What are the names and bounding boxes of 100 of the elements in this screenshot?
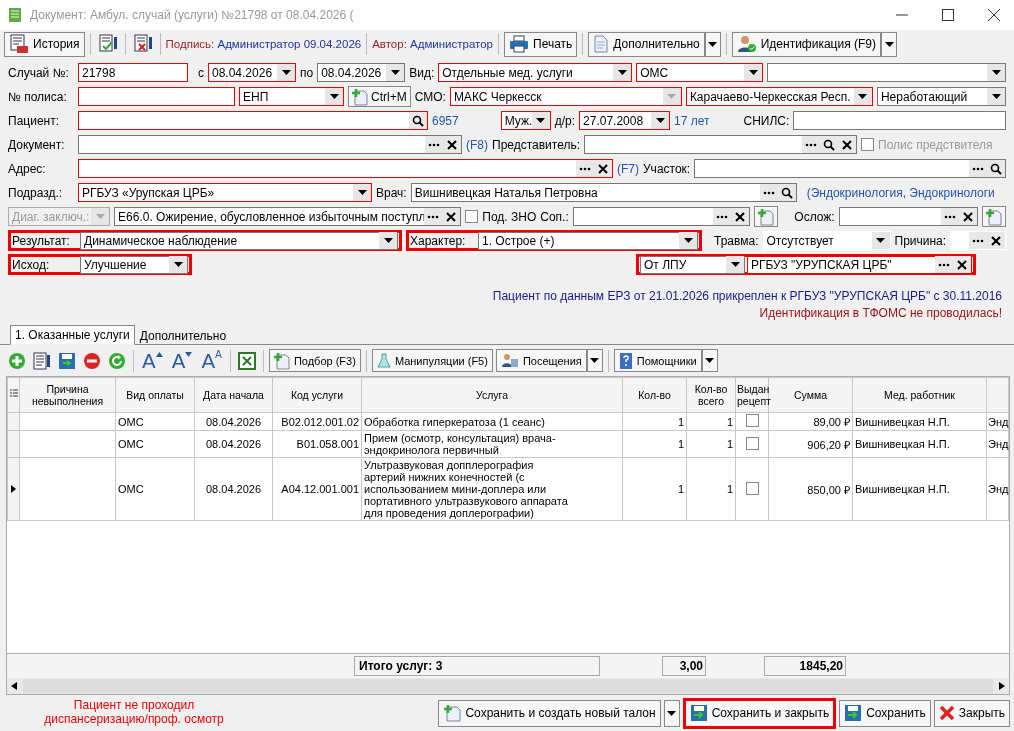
input-field[interactable] <box>572 207 751 226</box>
ellipsis-button[interactable] <box>935 256 953 273</box>
toolbar-button[interactable]: Посещения <box>495 349 587 372</box>
clear-button[interactable] <box>594 160 612 177</box>
search-button[interactable] <box>987 160 1005 177</box>
dropdown[interactable]: Отсутствует <box>762 231 891 250</box>
dropdown[interactable]: ОМС <box>636 63 764 82</box>
dropdown[interactable]: МАКС Черкесск <box>449 87 682 106</box>
input-field[interactable]: РГБУЗ "УРУПСКАЯ ЦРБ" <box>747 255 972 274</box>
ellipsis-button[interactable] <box>802 136 821 153</box>
clear-button[interactable] <box>442 208 461 225</box>
tab[interactable]: Дополнительно <box>134 326 232 344</box>
dropdown-button[interactable] <box>881 31 897 57</box>
clear-button[interactable] <box>731 208 750 225</box>
column-header[interactable]: Дата начала <box>194 377 273 413</box>
scroll-left-icon[interactable] <box>11 682 17 690</box>
table-cell: 08.04.2026 <box>205 438 262 450</box>
input-field[interactable] <box>584 135 858 154</box>
dropdown[interactable]: Муж. <box>500 111 551 130</box>
dropdown[interactable]: ЕНП <box>239 87 344 106</box>
toolbar-button[interactable]: Манипуляции (F5) <box>371 349 493 372</box>
toolbar-button[interactable]: Подбор (F3) <box>268 349 361 372</box>
ellipsis-button[interactable] <box>941 208 959 225</box>
checkbox[interactable] <box>745 414 759 427</box>
ellipsis-icon <box>579 166 591 171</box>
font-size-button[interactable]: A <box>139 348 166 373</box>
toolbar-button[interactable]: История <box>4 31 85 57</box>
close-button[interactable] <box>988 9 1000 21</box>
ellipsis-icon <box>805 142 818 147</box>
dropdown[interactable]: 1. Острое (+) <box>478 231 698 250</box>
dropdown[interactable]: Неработающий <box>876 87 1006 106</box>
ellipsis-button[interactable] <box>425 136 443 153</box>
input-field[interactable]: Вишнивецкая Наталья Петровна <box>410 183 797 202</box>
ellipsis-button[interactable] <box>424 208 443 225</box>
action-button[interactable]: Сохранить <box>839 699 931 727</box>
input-field[interactable] <box>838 207 978 226</box>
action-button[interactable]: Сохранить и закрыть <box>682 697 837 729</box>
clear-button[interactable] <box>987 232 1005 249</box>
total-quantity: 3,00 <box>662 656 706 676</box>
input-field[interactable] <box>793 111 1006 130</box>
input-field[interactable] <box>694 159 1006 178</box>
toolbar-button[interactable]: Помощники <box>613 349 702 372</box>
action-button[interactable]: Сохранить и создать новый талон <box>438 699 661 727</box>
dropdown-button[interactable] <box>663 699 680 727</box>
input-field[interactable]: 21798 <box>78 63 188 82</box>
column-header[interactable]: Мед. работник <box>852 377 987 413</box>
toolbar-button[interactable]: Идентификация (F9) <box>731 31 881 57</box>
input-field[interactable] <box>78 87 235 106</box>
column-header[interactable]: Причина невыполнения <box>19 377 116 413</box>
search-button[interactable] <box>409 112 427 129</box>
column-header[interactable]: Вид оплаты <box>115 377 195 413</box>
dropdown[interactable]: 27.07.2008 <box>579 111 671 130</box>
caret-icon <box>683 238 693 243</box>
input-field[interactable] <box>78 111 428 130</box>
toolbar-button[interactable]: Дополнительно <box>588 31 705 57</box>
column-header[interactable]: Выдан рецепт <box>735 377 769 413</box>
add-button[interactable]: Ctrl+M <box>348 86 411 107</box>
checkbox[interactable] <box>745 436 759 450</box>
dropdown[interactable]: Отдельные мед. услуги <box>438 63 633 82</box>
dropdown[interactable]: Динамическое наблюдение <box>80 231 398 250</box>
dropdown[interactable]: 08.04.2026 <box>208 63 296 82</box>
maximize-button[interactable] <box>942 9 954 21</box>
ellipsis-button[interactable] <box>576 160 594 177</box>
add-button[interactable] <box>982 206 1006 227</box>
input-field[interactable] <box>78 159 613 178</box>
input-field[interactable] <box>950 231 1006 250</box>
toolbar-button[interactable] <box>31 349 53 372</box>
toolbar-button[interactable] <box>235 349 258 372</box>
checkbox[interactable] <box>745 481 759 495</box>
column-header[interactable]: Услуга <box>361 377 623 413</box>
horizontal-scrollbar[interactable] <box>7 678 1009 694</box>
dropdown[interactable]: 08.04.2026 <box>317 63 406 82</box>
action-button[interactable]: Закрыть <box>933 699 1010 727</box>
ellipsis-button[interactable] <box>759 184 778 201</box>
clear-button[interactable] <box>443 136 461 153</box>
clear-button[interactable] <box>838 136 857 153</box>
font-size-button[interactable]: A$^{A}$ <box>198 348 225 373</box>
search-icon <box>823 138 836 151</box>
dropdown[interactable]: РГБУЗ «Урупская ЦРБ» <box>78 183 372 202</box>
dropdown[interactable]: Улучшение <box>80 255 188 274</box>
input-field[interactable] <box>78 135 462 154</box>
dropdown[interactable]: От ЛПУ <box>640 255 745 274</box>
column-header[interactable]: Кол-во всего <box>686 377 736 413</box>
input-field[interactable]: E66.0. Ожирение, обусловленное избыточным поступл <box>114 207 462 226</box>
toolbar-button[interactable]: Печать <box>504 31 578 57</box>
dropdown[interactable]: Карачаево-Черкесская Респ. <box>685 87 873 106</box>
ellipsis-button[interactable] <box>713 208 732 225</box>
clear-button[interactable] <box>953 256 971 273</box>
dropdown[interactable] <box>767 63 1006 82</box>
column-header[interactable]: Код услуги <box>272 377 362 413</box>
row-header[interactable] <box>7 457 20 521</box>
font-size-button[interactable]: A <box>168 348 196 373</box>
clear-button[interactable] <box>959 208 977 225</box>
ellipsis-button[interactable] <box>969 160 987 177</box>
scroll-right-icon[interactable] <box>999 682 1005 690</box>
tab[interactable]: 1. Оказанные услуги <box>10 325 135 345</box>
column-header[interactable]: Кол-во <box>622 377 687 413</box>
caret-icon <box>95 214 105 219</box>
checkbox[interactable]: Под. ЗНО <box>465 209 537 224</box>
ellipsis-button[interactable] <box>969 232 987 249</box>
